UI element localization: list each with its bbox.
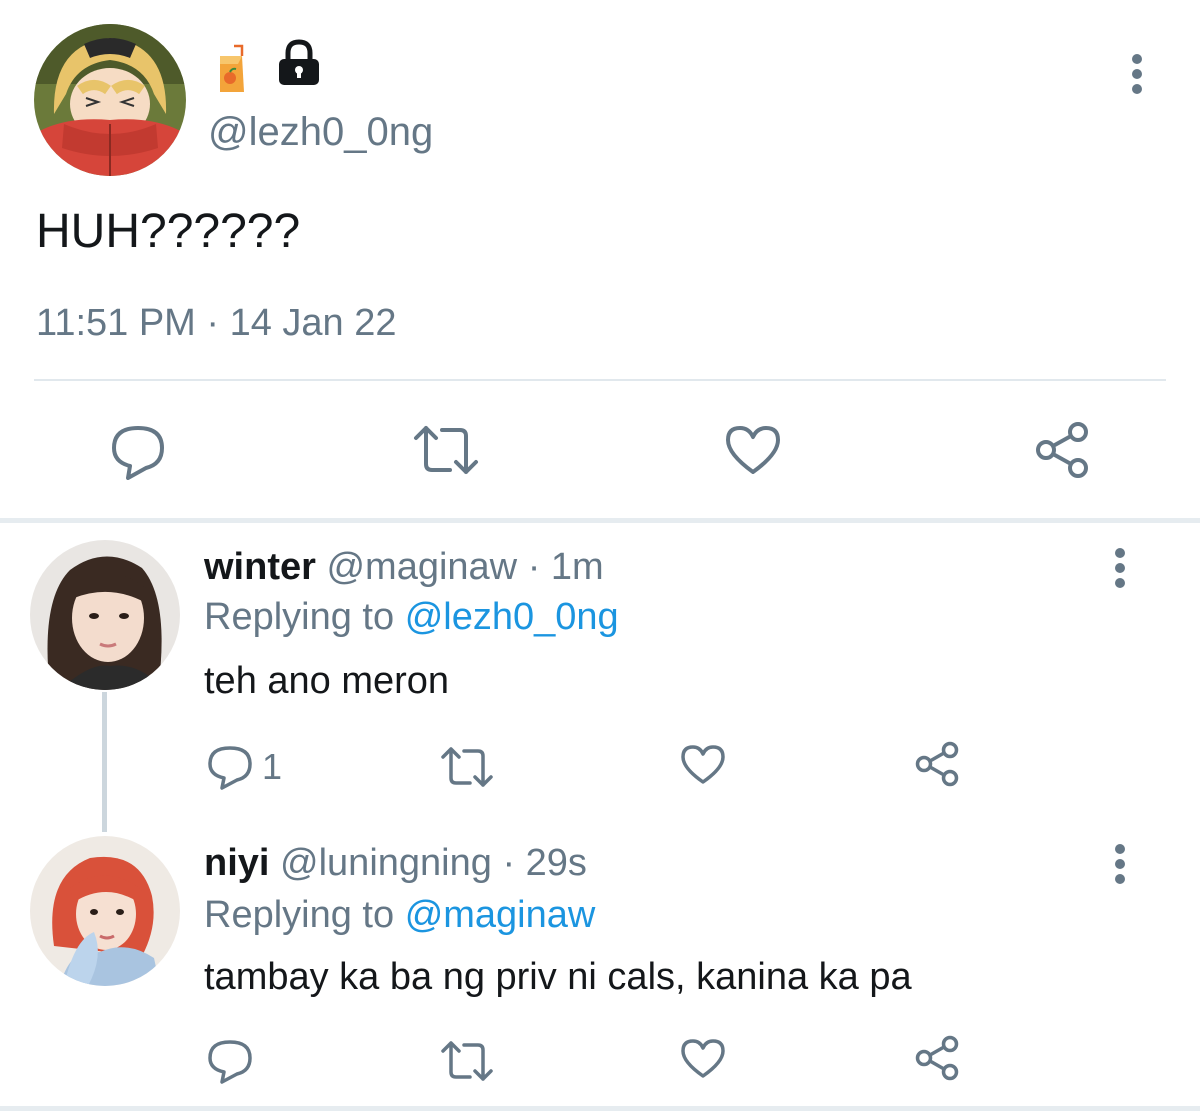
author-avatar[interactable] (34, 24, 186, 176)
replying-to-label: Replying to (204, 894, 395, 936)
reply-icon[interactable] (206, 1036, 254, 1084)
reply-text: tambay ka ba ng priv ni cals, kanina ka … (204, 956, 912, 998)
reply-avatar[interactable] (30, 836, 180, 986)
replying-to: Replying to @lezh0_0ng (204, 596, 619, 639)
reply-text: teh ano meron (204, 660, 450, 702)
share-icon[interactable] (914, 740, 962, 788)
like-icon[interactable] (680, 744, 726, 786)
reply-time[interactable]: 1m (551, 546, 604, 588)
lock-icon (274, 38, 324, 88)
reply-icon[interactable] (108, 420, 168, 480)
like-icon[interactable] (680, 1038, 726, 1080)
reply-icon[interactable] (206, 742, 254, 790)
reply-display-name[interactable]: niyi (204, 842, 269, 884)
reply-display-name[interactable]: winter (204, 546, 316, 588)
reply-handle[interactable]: @maginaw (326, 546, 517, 588)
replying-to-label: Replying to (204, 596, 395, 638)
reply-header: niyi @luningning · 29s (204, 842, 587, 885)
share-icon[interactable] (1034, 420, 1092, 480)
more-options-icon[interactable] (1114, 844, 1126, 884)
reply-count: 1 (262, 746, 283, 787)
share-icon[interactable] (914, 1034, 962, 1082)
section-divider (0, 518, 1200, 523)
separator-dot: · (527, 546, 541, 588)
reply-time[interactable]: 29s (526, 842, 587, 884)
section-divider (0, 1106, 1200, 1111)
replying-to: Replying to @maginaw (204, 894, 595, 937)
retweet-icon[interactable] (440, 1040, 494, 1082)
replying-to-link[interactable]: @maginaw (405, 894, 596, 936)
more-options-icon[interactable] (1114, 548, 1126, 588)
juice-box-emoji (212, 44, 252, 94)
divider (34, 379, 1166, 381)
tweet-text: HUH?????? (36, 205, 301, 258)
author-handle[interactable]: @lezh0_0ng (208, 110, 433, 155)
thread-line (102, 692, 107, 832)
tweet-timestamp[interactable]: 11:51 PM · 14 Jan 22 (36, 302, 397, 345)
reply-header: winter @maginaw · 1m (204, 546, 604, 589)
more-options-icon[interactable] (1131, 54, 1143, 94)
reply-handle[interactable]: @luningning (280, 842, 492, 884)
reply-avatar[interactable] (30, 540, 180, 690)
separator-dot: · (502, 842, 516, 884)
like-icon[interactable] (724, 424, 782, 476)
replying-to-link[interactable]: @lezh0_0ng (405, 596, 619, 638)
retweet-icon[interactable] (412, 424, 480, 476)
retweet-icon[interactable] (440, 746, 494, 788)
